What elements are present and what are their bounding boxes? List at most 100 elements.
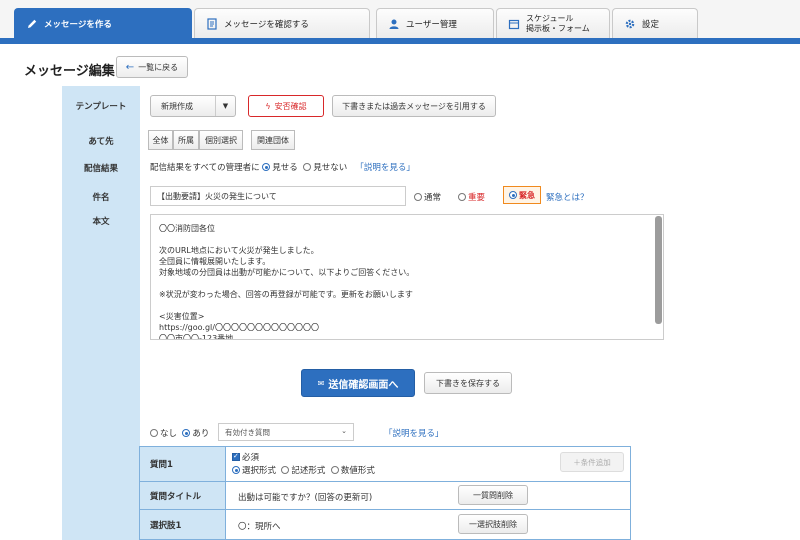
question-1-label: 質問1 [140,447,226,481]
tab-label: 設定 [642,19,660,30]
tab-settings[interactable]: 設定 [612,8,698,38]
priority-normal-option[interactable]: 通常 [414,191,441,203]
document-icon [205,17,219,31]
pencil-icon [25,17,39,31]
delete-question-button[interactable]: 一質問削除 [458,485,528,505]
type-single-label: 選択形式 [242,466,277,476]
envelope-icon: ✉ [317,378,325,388]
recipient-affiliation-button[interactable]: 所属 [173,130,199,150]
show-radio[interactable] [262,163,271,171]
safety-check-button[interactable]: ϟ 安否確認 [248,95,324,117]
type-single-radio[interactable] [232,466,240,474]
tab-create-message[interactable]: メッセージを作る [14,8,192,38]
send-confirmation-button[interactable]: ✉ 送信確認画面へ [301,369,415,397]
safety-check-label: 安否確認 [274,101,307,111]
required-checkbox-wrap[interactable]: 必須 [232,451,259,463]
priority-normal-label: 通常 [424,193,442,203]
recipient-related-orgs-button[interactable]: 関連団体 [251,130,295,150]
urgent-help-link[interactable]: 緊急とは？ [546,191,589,203]
question-type-select[interactable]: 有効付き質問 ⌄ [218,423,354,441]
tab-user-management[interactable]: ユーザー管理 [376,8,494,38]
answer-type-options: 選択形式 記述形式 数値形式 [232,464,375,476]
delivery-result-text: 配信結果をすべての管理者に [150,163,260,173]
quote-button-label: 下書きまたは過去メッセージを引用する [342,101,486,111]
chevron-down-icon: ⌄ [341,427,347,435]
type-multi-label: 数値形式 [340,466,375,476]
recipient-all-button[interactable]: 全体 [148,130,173,150]
back-button-label: 一覧に戻る [138,62,179,72]
question-help-link[interactable]: 「説明を見る」 [384,427,444,439]
subject-input[interactable]: 【出動要請】火災の発生について [150,186,406,206]
caret-down-icon: ▼ [215,96,235,116]
save-draft-button[interactable]: 下書きを保存する [424,372,512,394]
body-label: 本文 [92,217,110,227]
priority-important-option[interactable]: 重要 [458,191,485,203]
tab-label: ユーザー管理 [406,19,457,30]
save-draft-label: 下書きを保存する [436,378,500,388]
delete-choice-button[interactable]: 一選択肢削除 [458,514,528,534]
choice-1-value[interactable]: 〇：現所へ [238,520,281,532]
tab-check-message[interactable]: メッセージを確認する [194,8,370,38]
question-title-value[interactable]: 出動は可能ですか？(回答の更新可) [238,491,372,503]
gear-icon [623,17,637,31]
template-dropdown[interactable]: 新規作成 ▼ [150,95,236,117]
question-yes-radio[interactable] [182,429,191,437]
calendar-icon [507,17,521,31]
question-title-label: 質問タイトル [140,482,226,509]
template-label: テンプレート [75,102,127,112]
question-table: 質問1 必須 選択形式 記述形式 数値形式 質問タイトル 出動は可能ですか？(回… [139,446,631,540]
priority-important-label: 重要 [468,193,486,203]
recipient-related-label: 関連団体 [257,135,289,145]
delete-choice-label: 一選択肢削除 [469,519,517,529]
question-none-radio[interactable] [150,429,158,437]
recipient-all-label: 全体 [152,135,169,145]
choice-1-row: 選択肢1 〇：現所へ 一選択肢削除 [140,509,630,539]
delivery-result-label: 配信結果 [83,164,118,174]
recipient-label: あて先 [88,137,114,147]
question-1-row: 質問1 必須 選択形式 記述形式 数値形式 [140,447,630,481]
recipient-affiliation-label: 所属 [178,135,194,145]
recipient-individual-button[interactable]: 個別選択 [199,130,243,150]
delivery-result-options: 配信結果をすべての管理者に 見せる 見せない 「説明を見る」 [150,161,415,173]
priority-normal-radio[interactable] [414,193,422,201]
priority-important-radio[interactable] [458,193,466,201]
tab-label: メッセージを作る [44,19,112,30]
hide-radio[interactable] [303,163,312,171]
priority-urgent-label: 緊急 [519,190,535,200]
priority-urgent-option[interactable]: 緊急 [503,186,541,204]
add-condition-button[interactable]: ＋条件追加 [560,452,624,472]
message-body-textarea[interactable]: 〇〇消防団各位 次のURL地点において火災が発生しました。 全団員に情報展開いた… [150,214,664,340]
form-label-column [62,86,140,540]
send-confirmation-label: 送信確認画面へ [328,379,399,391]
priority-urgent-radio[interactable] [509,191,517,199]
question-toggle: なし あり [150,427,209,439]
required-label: 必須 [242,453,260,463]
tab-label: メッセージを確認する [224,19,309,30]
hide-radio-label: 見せない [313,163,348,173]
arrow-left-icon: ← [125,61,135,73]
choice-1-label: 選択肢1 [140,510,226,539]
page-title: メッセージ編集 [24,64,115,79]
body-scrollbar[interactable] [655,216,662,324]
subject-label: 件名 [92,193,110,203]
type-text-label: 記述形式 [291,466,326,476]
type-text-radio[interactable] [281,466,290,474]
recipient-individual-label: 個別選択 [205,135,237,145]
tab-label-line2: 掲示板・フォーム [526,23,590,33]
tab-underline [0,38,800,44]
question-none-label: なし [160,429,178,439]
user-icon [387,17,401,31]
type-multi-radio[interactable] [330,466,339,474]
tab-schedule-board[interactable]: スケジュール 掲示板・フォーム [496,8,610,38]
top-tab-bar: メッセージを作る メッセージを確認する ユーザー管理 スケジュール 掲示板・フォ… [0,0,800,44]
delete-question-label: 一質問削除 [473,490,513,500]
help-link[interactable]: 「説明を見る」 [355,163,415,173]
question-yes-label: あり [192,429,210,439]
back-to-list-button[interactable]: ← 一覧に戻る [116,56,188,78]
required-checkbox[interactable] [232,452,240,461]
template-dropdown-value: 新規作成 [161,101,193,111]
quote-past-message-button[interactable]: 下書きまたは過去メッセージを引用する [332,95,496,117]
lightning-icon: ϟ [265,101,271,111]
show-radio-label: 見せる [272,163,298,173]
tab-label: スケジュール [526,13,574,23]
